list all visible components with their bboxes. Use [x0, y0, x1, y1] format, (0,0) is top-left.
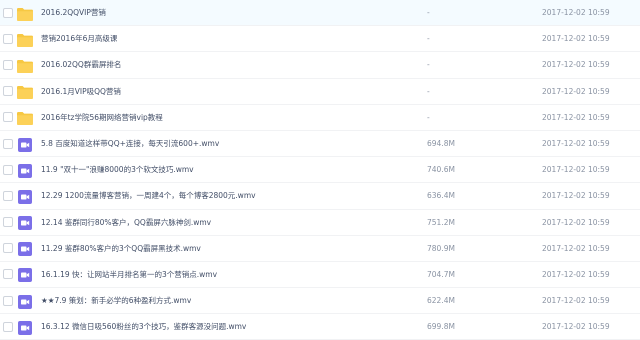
file-name[interactable]: 12.14 鉴群同行80%客户，QQ霸屏六脉神剑.wmv — [41, 210, 211, 236]
file-name[interactable]: 11.9 "双十一"浪赚8000的3个软文技巧.wmv — [41, 157, 194, 183]
video-file-icon — [17, 189, 33, 204]
video-file-icon — [17, 137, 33, 152]
video-file-icon — [17, 320, 33, 335]
file-size: 694.8M — [427, 138, 455, 148]
file-name[interactable]: 2016.2QQVIP营销 — [41, 0, 106, 26]
file-size: - — [427, 34, 430, 44]
file-row[interactable]: 营销2016年6月高级课 - 2017-12-02 10:59 — [0, 26, 640, 53]
file-modified-date: 2017-12-02 10:59 — [542, 34, 610, 44]
file-size: 780.9M — [427, 243, 455, 253]
file-row[interactable]: 2016.1月VIP吸QQ营销 - 2017-12-02 10:59 — [0, 79, 640, 105]
file-modified-date: 2017-12-02 10:59 — [542, 296, 610, 306]
video-file-icon — [17, 267, 33, 283]
row-checkbox[interactable] — [3, 7, 13, 18]
file-name[interactable]: ★★7.9 策划：新手必学的6种盈利方式.wmv — [41, 288, 191, 314]
folder-icon — [17, 6, 33, 21]
file-name[interactable]: 5.8 百度知道这样带QQ+连接，每天引流600+.wmv — [41, 131, 219, 157]
file-row[interactable]: 12.14 鉴群同行80%客户，QQ霸屏六脉神剑.wmv 751.2M 2017… — [0, 210, 640, 236]
file-name[interactable]: 11.29 鉴群80%客户的3个QQ霸屏黑技术.wmv — [41, 236, 201, 262]
file-size: 699.8M — [427, 322, 455, 332]
video-file-icon — [17, 163, 33, 178]
file-size: - — [427, 86, 430, 96]
file-size: 622.4M — [427, 296, 455, 306]
file-modified-date: 2017-12-02 10:59 — [542, 112, 610, 122]
file-name[interactable]: 12.29 1200流量博客营销，一周建4个，每个博客2800元.wmv — [41, 183, 256, 209]
row-checkbox[interactable] — [3, 138, 13, 149]
row-checkbox[interactable] — [3, 112, 13, 123]
row-checkbox[interactable] — [3, 33, 13, 44]
file-modified-date: 2017-12-02 10:59 — [542, 60, 610, 70]
video-file-icon — [17, 215, 33, 231]
folder-icon — [17, 110, 33, 126]
file-row[interactable]: 16.3.12 微信日吸560粉丝的3个技巧，鉴群客源没问题.wmv 699.8… — [0, 314, 640, 340]
folder-icon — [17, 32, 33, 47]
file-modified-date: 2017-12-02 10:59 — [542, 322, 610, 332]
file-name[interactable]: 营销2016年6月高级课 — [41, 26, 117, 52]
folder-icon — [17, 58, 33, 73]
file-modified-date: 2017-12-02 10:59 — [542, 217, 610, 227]
video-file-icon — [17, 241, 33, 257]
file-list: 2016.2QQVIP营销 - 2017-12-02 10:59 营销2016年… — [0, 0, 640, 340]
row-checkbox[interactable] — [3, 243, 13, 254]
file-name[interactable]: 16.3.12 微信日吸560粉丝的3个技巧，鉴群客源没问题.wmv — [41, 314, 246, 340]
file-row[interactable]: 2016.02QQ群霸屏排名 - 2017-12-02 10:59 — [0, 52, 640, 79]
file-name[interactable]: 16.1.19 快：让网站半月排名第一的3个营销点.wmv — [41, 262, 217, 288]
file-row[interactable]: 2016.2QQVIP营销 - 2017-12-02 10:59 — [0, 0, 640, 27]
row-checkbox[interactable] — [3, 59, 13, 70]
video-file-icon — [17, 294, 33, 309]
file-modified-date: 2017-12-02 10:59 — [542, 8, 610, 17]
file-size: - — [427, 8, 430, 17]
file-name[interactable]: 2016.1月VIP吸QQ营销 — [41, 79, 121, 105]
file-size: - — [427, 60, 430, 70]
file-size: 740.6M — [427, 165, 455, 175]
file-modified-date: 2017-12-02 10:59 — [542, 243, 610, 253]
file-row[interactable]: 16.1.19 快：让网站半月排名第一的3个营销点.wmv 704.7M 201… — [0, 262, 640, 289]
row-checkbox[interactable] — [3, 190, 13, 201]
file-modified-date: 2017-12-02 10:59 — [542, 138, 610, 148]
file-modified-date: 2017-12-02 10:59 — [542, 191, 610, 201]
file-name[interactable]: 2016年tz学院56期网络营销vip教程 — [41, 105, 163, 131]
row-checkbox[interactable] — [3, 86, 13, 97]
file-size: 751.2M — [427, 217, 455, 227]
file-modified-date: 2017-12-02 10:59 — [542, 86, 610, 96]
file-size: 636.4M — [427, 191, 455, 201]
file-row[interactable]: 12.29 1200流量博客营销，一周建4个，每个博客2800元.wmv 636… — [0, 183, 640, 210]
row-checkbox[interactable] — [3, 164, 13, 175]
row-checkbox[interactable] — [3, 217, 13, 228]
row-checkbox[interactable] — [3, 295, 13, 306]
row-checkbox[interactable] — [3, 269, 13, 280]
folder-icon — [17, 84, 33, 100]
file-size: - — [427, 112, 430, 122]
file-row[interactable]: ★★7.9 策划：新手必学的6种盈利方式.wmv 622.4M 2017-12-… — [0, 288, 640, 315]
file-modified-date: 2017-12-02 10:59 — [542, 165, 610, 175]
row-checkbox[interactable] — [3, 321, 13, 332]
file-name[interactable]: 2016.02QQ群霸屏排名 — [41, 52, 121, 78]
file-row[interactable]: 11.29 鉴群80%客户的3个QQ霸屏黑技术.wmv 780.9M 2017-… — [0, 236, 640, 262]
file-modified-date: 2017-12-02 10:59 — [542, 269, 610, 279]
file-row[interactable]: 2016年tz学院56期网络营销vip教程 - 2017-12-02 10:59 — [0, 105, 640, 131]
file-size: 704.7M — [427, 269, 455, 279]
file-row[interactable]: 11.9 "双十一"浪赚8000的3个软文技巧.wmv 740.6M 2017-… — [0, 157, 640, 184]
file-row[interactable]: 5.8 百度知道这样带QQ+连接，每天引流600+.wmv 694.8M 201… — [0, 131, 640, 158]
